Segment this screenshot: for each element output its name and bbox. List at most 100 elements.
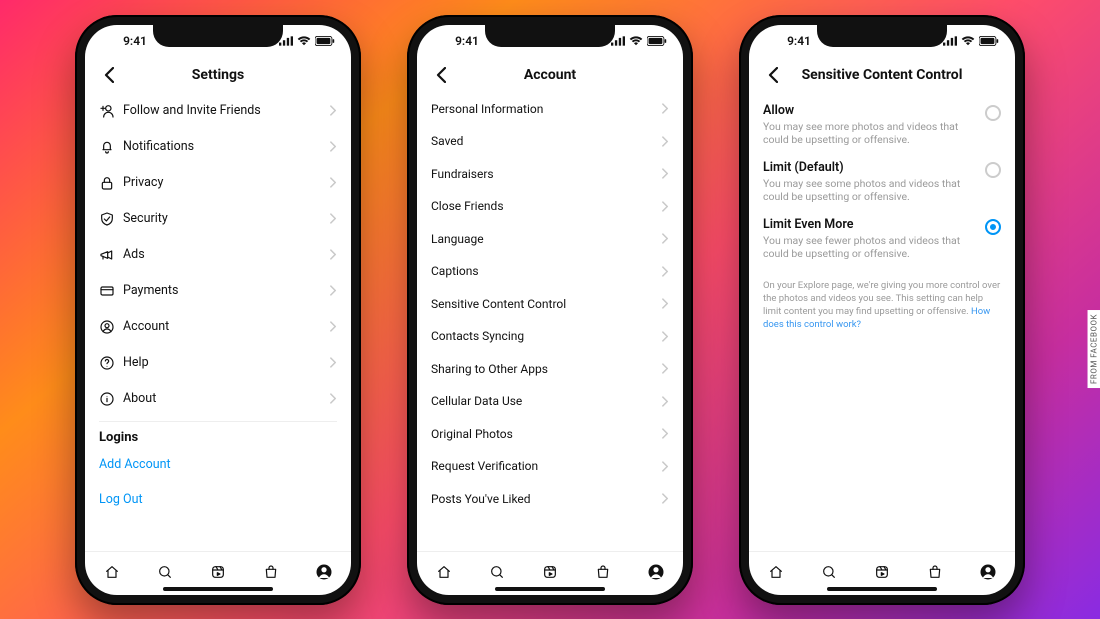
account-item-captions[interactable]: Captions [431, 255, 669, 288]
chevron-right-icon [662, 396, 669, 407]
phone-sensitive-content: 9:41 Sensitive Content Control Allow You… [739, 15, 1025, 605]
account-item-label: Posts You've Liked [431, 492, 531, 506]
back-button[interactable] [429, 67, 453, 83]
settings-item-security[interactable]: Security [99, 201, 337, 237]
account-item-saved[interactable]: Saved [431, 125, 669, 158]
page-title: Sensitive Content Control [785, 67, 979, 83]
profile-icon[interactable] [645, 561, 667, 583]
battery-icon [315, 36, 335, 46]
settings-item-help[interactable]: Help [99, 345, 337, 381]
card-icon [99, 283, 123, 299]
reels-icon[interactable] [207, 561, 229, 583]
settings-item-ads[interactable]: Ads [99, 237, 337, 273]
chevron-right-icon [662, 266, 669, 277]
account-item-contacts-syncing[interactable]: Contacts Syncing [431, 320, 669, 353]
option-description: You may see more photos and videos that … [763, 120, 975, 146]
chevron-right-icon [330, 177, 337, 188]
chevron-right-icon [662, 363, 669, 374]
page-title: Settings [121, 67, 315, 83]
profile-icon[interactable] [977, 561, 999, 583]
profile-icon[interactable] [313, 561, 335, 583]
option-limit-even-more[interactable]: Limit Even More You may see fewer photos… [763, 207, 1001, 264]
radio-button[interactable] [985, 219, 1001, 235]
wifi-icon [297, 36, 311, 46]
settings-item-label: Notifications [123, 139, 330, 154]
settings-item-label: Follow and Invite Friends [123, 103, 330, 118]
account-item-label: Personal Information [431, 102, 543, 116]
option-description: You may see some photos and videos that … [763, 177, 975, 203]
radio-button[interactable] [985, 162, 1001, 178]
info-icon [99, 391, 123, 407]
chevron-right-icon [330, 357, 337, 368]
account-item-request-verification[interactable]: Request Verification [431, 450, 669, 483]
home-indicator [495, 587, 605, 591]
phone-settings: 9:41 Settings Follow and Invite Friends … [75, 15, 361, 605]
log-out-link[interactable]: Log Out [99, 492, 337, 507]
shop-icon[interactable] [260, 561, 282, 583]
account-item-original-photos[interactable]: Original Photos [431, 418, 669, 451]
home-indicator [163, 587, 273, 591]
header: Sensitive Content Control [749, 57, 1015, 93]
add-account-link[interactable]: Add Account [99, 457, 337, 472]
back-button[interactable] [761, 67, 785, 83]
option-allow[interactable]: Allow You may see more photos and videos… [763, 93, 1001, 150]
settings-item-label: Ads [123, 247, 330, 262]
settings-item-follow-and-invite-friends[interactable]: Follow and Invite Friends [99, 93, 337, 129]
radio-button[interactable] [985, 105, 1001, 121]
bell-icon [99, 139, 123, 155]
settings-item-privacy[interactable]: Privacy [99, 165, 337, 201]
account-item-cellular-data-use[interactable]: Cellular Data Use [431, 385, 669, 418]
search-icon[interactable] [486, 561, 508, 583]
chevron-right-icon [662, 136, 669, 147]
chevron-right-icon [330, 105, 337, 116]
battery-icon [979, 36, 999, 46]
page-title: Account [453, 67, 647, 83]
account-item-fundraisers[interactable]: Fundraisers [431, 158, 669, 191]
footnote: On your Explore page, we're giving you m… [763, 280, 1001, 331]
settings-item-payments[interactable]: Payments [99, 273, 337, 309]
account-item-sharing-to-other-apps[interactable]: Sharing to Other Apps [431, 353, 669, 386]
reels-icon[interactable] [871, 561, 893, 583]
account-item-close-friends[interactable]: Close Friends [431, 190, 669, 223]
search-icon[interactable] [154, 561, 176, 583]
shop-icon[interactable] [924, 561, 946, 583]
account-item-label: Sensitive Content Control [431, 297, 566, 311]
chevron-right-icon [330, 249, 337, 260]
option-description: You may see fewer photos and videos that… [763, 234, 975, 260]
shop-icon[interactable] [592, 561, 614, 583]
account-item-label: Contacts Syncing [431, 329, 524, 343]
chevron-right-icon [662, 168, 669, 179]
settings-item-notifications[interactable]: Notifications [99, 129, 337, 165]
home-icon[interactable] [433, 561, 455, 583]
account-item-label: Cellular Data Use [431, 394, 522, 408]
settings-item-about[interactable]: About [99, 381, 337, 417]
account-item-label: Saved [431, 134, 463, 148]
home-icon[interactable] [101, 561, 123, 583]
reels-icon[interactable] [539, 561, 561, 583]
settings-item-account[interactable]: Account [99, 309, 337, 345]
account-item-posts-you-ve-liked[interactable]: Posts You've Liked [431, 483, 669, 516]
shield-icon [99, 211, 123, 227]
search-icon[interactable] [818, 561, 840, 583]
account-item-label: Sharing to Other Apps [431, 362, 548, 376]
account-item-language[interactable]: Language [431, 223, 669, 256]
battery-icon [647, 36, 667, 46]
settings-item-label: Privacy [123, 175, 330, 190]
home-indicator [827, 587, 937, 591]
settings-item-label: Payments [123, 283, 330, 298]
chevron-right-icon [662, 298, 669, 309]
account-item-label: Language [431, 232, 484, 246]
back-button[interactable] [97, 67, 121, 83]
chevron-right-icon [662, 493, 669, 504]
home-icon[interactable] [765, 561, 787, 583]
notch [485, 25, 615, 47]
settings-item-label: Security [123, 211, 330, 226]
chevron-right-icon [662, 201, 669, 212]
wifi-icon [961, 36, 975, 46]
option-limit-default-[interactable]: Limit (Default) You may see some photos … [763, 150, 1001, 207]
account-item-sensitive-content-control[interactable]: Sensitive Content Control [431, 288, 669, 321]
account-item-label: Original Photos [431, 427, 513, 441]
chevron-right-icon [662, 233, 669, 244]
account-item-personal-information[interactable]: Personal Information [431, 93, 669, 126]
chevron-right-icon [662, 331, 669, 342]
